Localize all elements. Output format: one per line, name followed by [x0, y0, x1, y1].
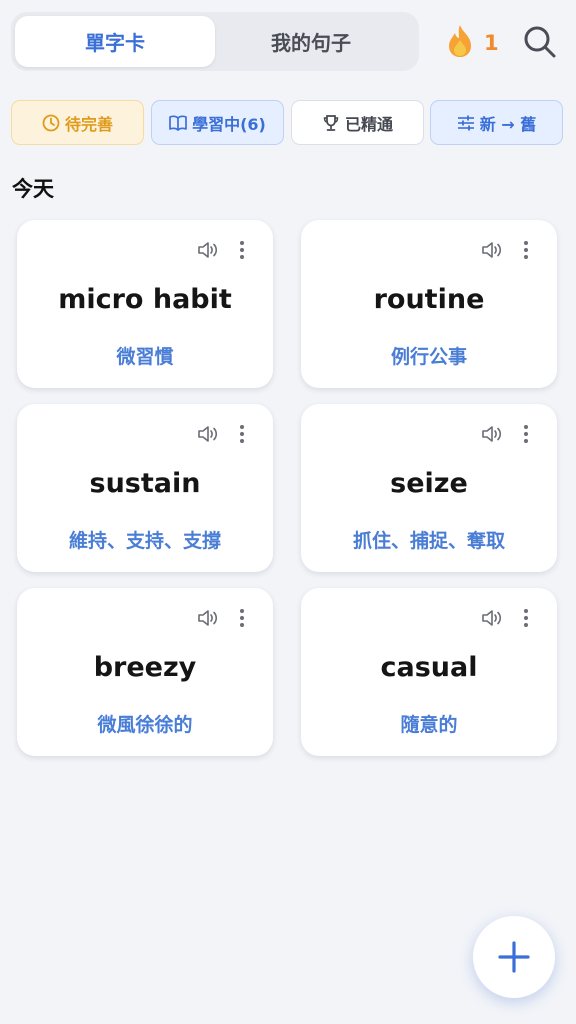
card-meaning: 隨意的	[400, 714, 458, 736]
word-card[interactable]: casual 隨意的	[301, 588, 557, 756]
more-options-icon[interactable]	[235, 423, 249, 445]
filter-mastered-chip[interactable]: 已精通	[291, 100, 424, 145]
more-options-icon[interactable]	[519, 607, 533, 629]
filter-learning-label: 學習中(6)	[192, 114, 266, 134]
word-card[interactable]: sustain 維持、支持、支撐	[17, 404, 273, 572]
speaker-icon[interactable]	[481, 607, 503, 629]
card-meaning: 微風徐徐的	[97, 714, 193, 736]
speaker-icon[interactable]	[197, 239, 219, 261]
word-card[interactable]: routine 例行公事	[301, 220, 557, 388]
word-card[interactable]: micro habit 微習慣	[17, 220, 273, 388]
card-meaning: 例行公事	[390, 346, 467, 368]
sliders-icon	[457, 115, 474, 130]
clock-icon	[42, 114, 60, 131]
sort-order-label: 新 → 舊	[479, 114, 537, 134]
filter-learning-chip[interactable]: 學習中(6)	[151, 100, 284, 145]
card-meaning: 抓住、捕捉、奪取	[352, 530, 505, 552]
fire-icon	[446, 24, 474, 62]
filter-bar: 待完善 學習中(6) 已精通 新 → 舊	[0, 100, 576, 148]
card-word: breezy	[93, 652, 197, 683]
filter-pending-chip[interactable]: 待完善	[11, 100, 144, 145]
card-meaning: 微習慣	[116, 346, 174, 368]
filter-mastered-label: 已精通	[344, 114, 393, 134]
search-button[interactable]	[523, 24, 557, 60]
more-options-icon[interactable]	[235, 239, 249, 261]
section-title-today: 今天	[12, 177, 54, 201]
filter-pending-label: 待完善	[64, 114, 113, 134]
book-icon	[169, 114, 187, 131]
top-bar: 單字卡 我的句子 1	[0, 0, 576, 88]
speaker-icon[interactable]	[481, 239, 503, 261]
card-word: routine	[373, 284, 485, 315]
streak-indicator[interactable]: 1	[446, 24, 499, 62]
speaker-icon[interactable]	[197, 423, 219, 445]
add-word-button[interactable]	[473, 916, 555, 998]
streak-count: 1	[484, 31, 499, 55]
word-card[interactable]: seize 抓住、捕捉、奪取	[301, 404, 557, 572]
segmented-control: 單字卡 我的句子	[11, 12, 419, 71]
more-options-icon[interactable]	[235, 607, 249, 629]
card-meaning: 維持、支持、支撐	[68, 530, 221, 552]
card-word: sustain	[89, 468, 201, 499]
speaker-icon[interactable]	[481, 423, 503, 445]
tab-my-sentences[interactable]: 我的句子	[211, 16, 411, 67]
speaker-icon[interactable]	[197, 607, 219, 629]
plus-icon	[498, 941, 530, 973]
more-options-icon[interactable]	[519, 239, 533, 261]
tab-word-cards[interactable]: 單字卡	[15, 16, 215, 67]
trophy-icon	[323, 114, 339, 131]
more-options-icon[interactable]	[519, 423, 533, 445]
card-word: casual	[380, 652, 478, 683]
search-icon	[524, 26, 556, 58]
word-card[interactable]: breezy 微風徐徐的	[17, 588, 273, 756]
sort-order-chip[interactable]: 新 → 舊	[430, 100, 563, 145]
card-word: seize	[390, 468, 468, 499]
card-word: micro habit	[58, 284, 232, 315]
